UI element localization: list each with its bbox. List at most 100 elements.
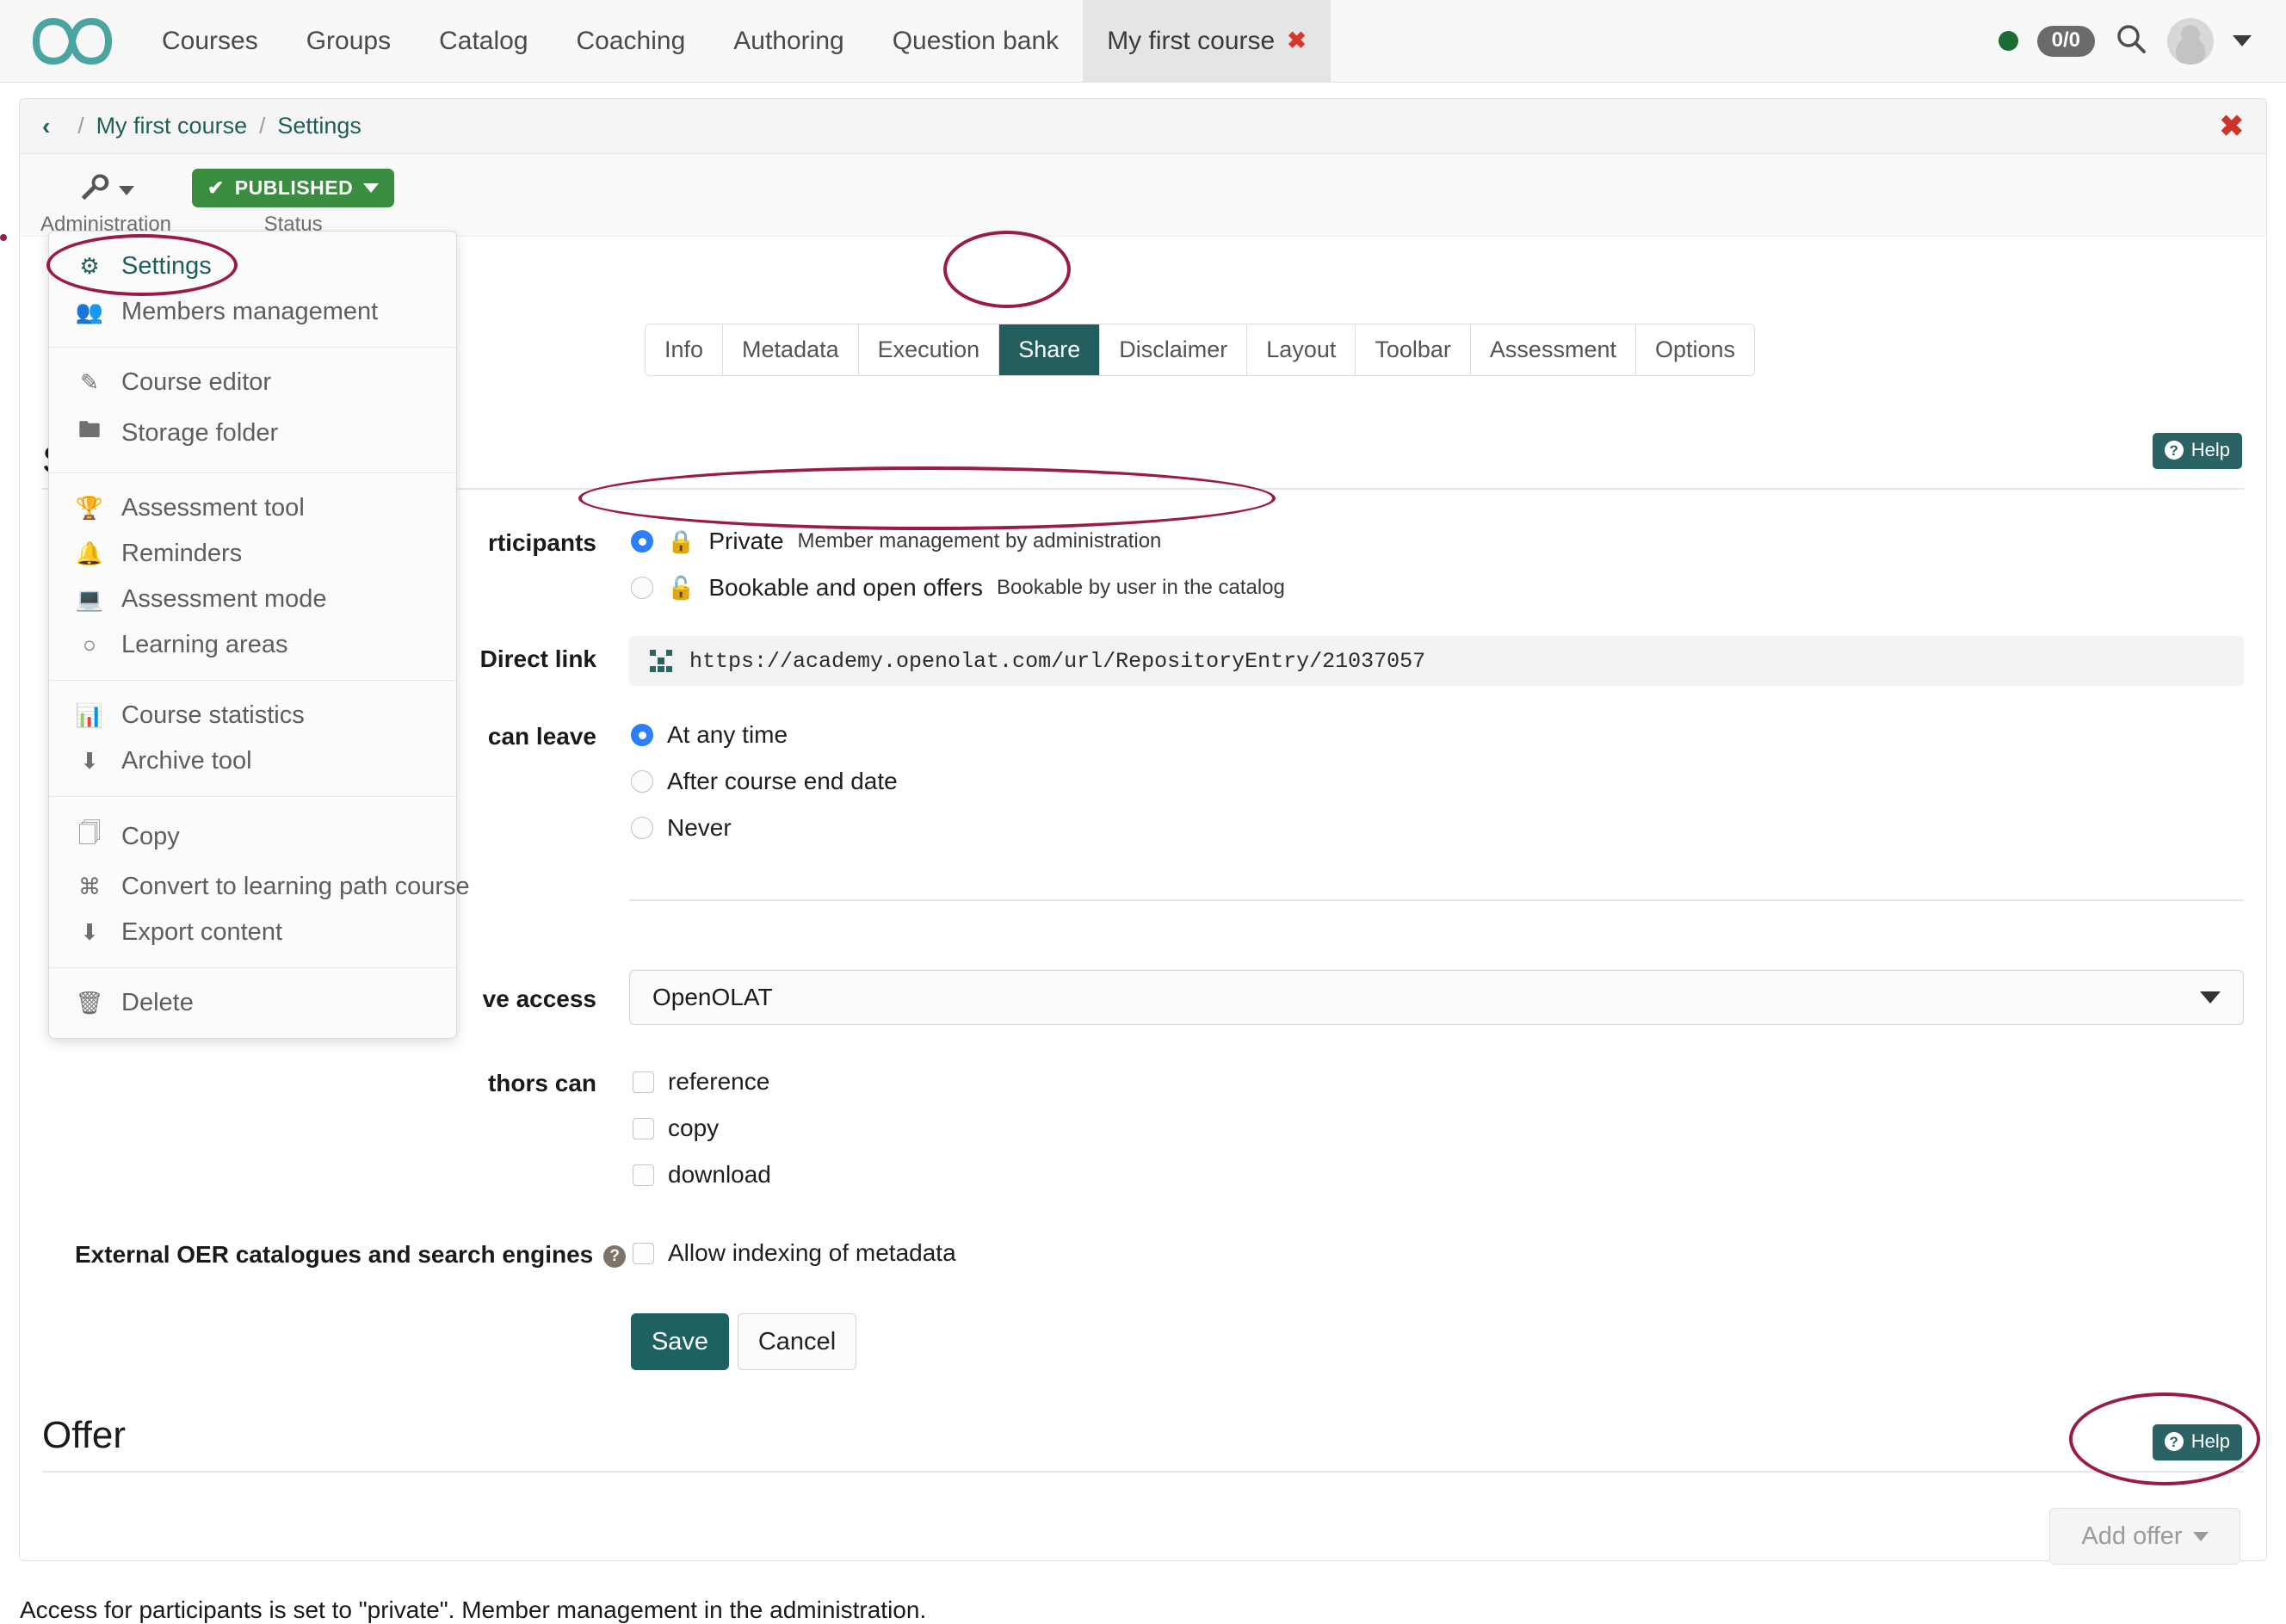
main-nav-links: Courses Groups Catalog Coaching Authorin… — [138, 0, 1331, 82]
checkbox-download-row[interactable]: download — [633, 1161, 771, 1189]
direct-link-field[interactable]: https://academy.openolat.com/url/Reposit… — [629, 636, 2244, 686]
question-mark-circle-icon[interactable]: ? — [603, 1244, 627, 1268]
radio-at-any-time-row[interactable]: At any time — [631, 721, 788, 749]
nav-item-authoring[interactable]: Authoring — [709, 0, 868, 82]
chevron-down-icon[interactable] — [119, 185, 134, 195]
checkbox-copy-row[interactable]: copy — [633, 1115, 719, 1142]
brand-logo[interactable] — [0, 0, 138, 82]
checkbox-reference-row[interactable]: reference — [633, 1068, 769, 1096]
nav-label: Question bank — [892, 26, 1060, 55]
nav-item-courses[interactable]: Courses — [138, 0, 282, 82]
radio-after-course-end-row[interactable]: After course end date — [631, 768, 898, 795]
menu-item-export-content[interactable]: ⬇ Export content — [49, 910, 456, 955]
menu-item-delete[interactable]: 🗑 Delete — [49, 980, 456, 1026]
menu-item-label: Delete — [121, 989, 194, 1016]
radio-bookable-row[interactable]: 🔓 Bookable and open offers Bookable by u… — [631, 574, 1285, 602]
tab-info[interactable]: Info — [646, 324, 724, 375]
menu-item-storage-folder[interactable]: 🖿 Storage folder — [49, 405, 456, 460]
menu-item-settings[interactable]: ⚙ Settings — [49, 244, 456, 289]
tab-disclaimer[interactable]: Disclaimer — [1100, 324, 1248, 375]
status-badge[interactable]: ✔ PUBLISHED — [192, 168, 395, 207]
menu-item-label: Course statistics — [121, 701, 305, 729]
nav-item-groups[interactable]: Groups — [282, 0, 415, 82]
menu-item-course-statistics[interactable]: 📊 Course statistics — [49, 693, 456, 738]
users-icon: 👥 — [75, 299, 104, 324]
radio-private-label: Private — [708, 528, 784, 554]
radio-private-row[interactable]: 🔒 Private Member management by administr… — [631, 528, 1161, 555]
nav-label: Catalog — [439, 26, 528, 55]
nav-item-catalog[interactable]: Catalog — [415, 0, 552, 82]
settings-help-button[interactable]: ? Help — [2152, 433, 2242, 469]
tab-toolbar[interactable]: Toolbar — [1356, 324, 1471, 375]
notification-badge[interactable]: 0/0 — [2036, 25, 2095, 57]
nav-item-question-bank[interactable]: Question bank — [868, 0, 1083, 82]
menu-item-label: Assessment tool — [121, 494, 305, 522]
breadcrumb: ‹ / My first course / Settings ✖ — [20, 99, 2266, 154]
access-scope-select[interactable]: OpenOLAT — [629, 970, 2244, 1025]
menu-item-label: Learning areas — [121, 631, 288, 658]
direct-link-value: https://academy.openolat.com/url/Reposit… — [689, 648, 1426, 674]
status-pill-wrap[interactable]: ✔ PUBLISHED — [192, 168, 395, 207]
breadcrumb-item-settings[interactable]: Settings — [277, 113, 361, 139]
nav-label: My first course — [1107, 26, 1276, 55]
menu-divider — [49, 472, 456, 473]
chevron-down-icon[interactable] — [2200, 991, 2221, 1003]
menu-item-members-management[interactable]: 👥 Members management — [49, 289, 456, 335]
download-tray-icon: ⬇ — [80, 919, 99, 945]
avatar[interactable] — [2167, 17, 2214, 65]
menu-item-learning-areas[interactable]: ○ Learning areas — [49, 622, 456, 668]
chevron-down-icon[interactable] — [2233, 35, 2252, 46]
qr-code-icon[interactable] — [650, 650, 672, 672]
trash-icon: 🗑 — [75, 990, 104, 1016]
add-offer-button[interactable]: Add offer — [2049, 1508, 2240, 1565]
breadcrumb-item-course[interactable]: My first course — [96, 113, 248, 139]
checkbox-reference[interactable] — [633, 1071, 654, 1093]
administration-dropdown-menu: ⚙ Settings 👥 Members management ✎ Course… — [48, 231, 470, 1039]
menu-item-copy[interactable]: 🗍 Copy — [49, 809, 456, 864]
radio-bookable-open-offers[interactable] — [631, 577, 653, 599]
close-panel-icon[interactable]: ✖ — [2220, 109, 2245, 144]
tab-execution[interactable]: Execution — [858, 324, 1000, 375]
signpost-icon: ⌘ — [78, 874, 101, 899]
back-arrow-icon[interactable]: ‹ — [42, 113, 50, 140]
status-tool[interactable]: ✔ PUBLISHED Status — [192, 168, 395, 237]
menu-item-assessment-mode[interactable]: 💻 Assessment mode — [49, 577, 456, 622]
administration-tool[interactable]: Administration — [20, 168, 192, 237]
nav-item-my-first-course[interactable]: My first course ✖ — [1083, 0, 1331, 82]
offer-help-button[interactable]: ? Help — [2152, 1424, 2242, 1460]
chevron-down-icon[interactable] — [363, 182, 380, 193]
menu-divider — [49, 967, 456, 968]
tab-assessment[interactable]: Assessment — [1470, 324, 1636, 375]
checkbox-allow-indexing-row[interactable]: Allow indexing of metadata — [633, 1239, 956, 1267]
tab-options[interactable]: Options — [1635, 324, 1755, 375]
menu-item-course-editor[interactable]: ✎ Course editor — [49, 360, 456, 405]
nav-item-coaching[interactable]: Coaching — [553, 0, 710, 82]
menu-item-assessment-tool[interactable]: 🏆 Assessment tool — [49, 485, 456, 531]
radio-at-any-time[interactable] — [631, 724, 653, 746]
tab-layout[interactable]: Layout — [1247, 324, 1356, 375]
checkbox-download[interactable] — [633, 1164, 654, 1186]
radio-never-label: Never — [667, 814, 732, 841]
menu-item-label: Export content — [121, 918, 282, 946]
gears-icon: ⚙ — [79, 253, 100, 279]
checkbox-reference-label: reference — [668, 1068, 770, 1095]
cancel-button[interactable]: Cancel — [738, 1313, 856, 1370]
radio-never[interactable] — [631, 817, 653, 839]
save-button[interactable]: Save — [631, 1313, 729, 1370]
search-icon[interactable] — [2114, 22, 2148, 60]
checkbox-allow-indexing[interactable] — [633, 1242, 654, 1264]
radio-never-row[interactable]: Never — [631, 814, 732, 842]
administration-icon-group[interactable] — [77, 168, 134, 207]
close-tab-icon[interactable]: ✖ — [1287, 28, 1307, 54]
menu-item-convert-to-learning-path[interactable]: ⌘ Convert to learning path course — [49, 864, 470, 910]
checkbox-copy[interactable] — [633, 1117, 654, 1139]
offer-section-title: Offer — [42, 1414, 127, 1456]
menu-item-archive-tool[interactable]: ⬇ Archive tool — [49, 738, 456, 784]
radio-private[interactable] — [631, 530, 653, 553]
tab-share[interactable]: Share — [999, 324, 1101, 375]
menu-item-label: Copy — [121, 822, 180, 850]
menu-item-reminders[interactable]: 🔔 Reminders — [49, 531, 456, 577]
spacer — [0, 234, 7, 241]
radio-after-course-end-date[interactable] — [631, 770, 653, 793]
tab-metadata[interactable]: Metadata — [723, 324, 859, 375]
